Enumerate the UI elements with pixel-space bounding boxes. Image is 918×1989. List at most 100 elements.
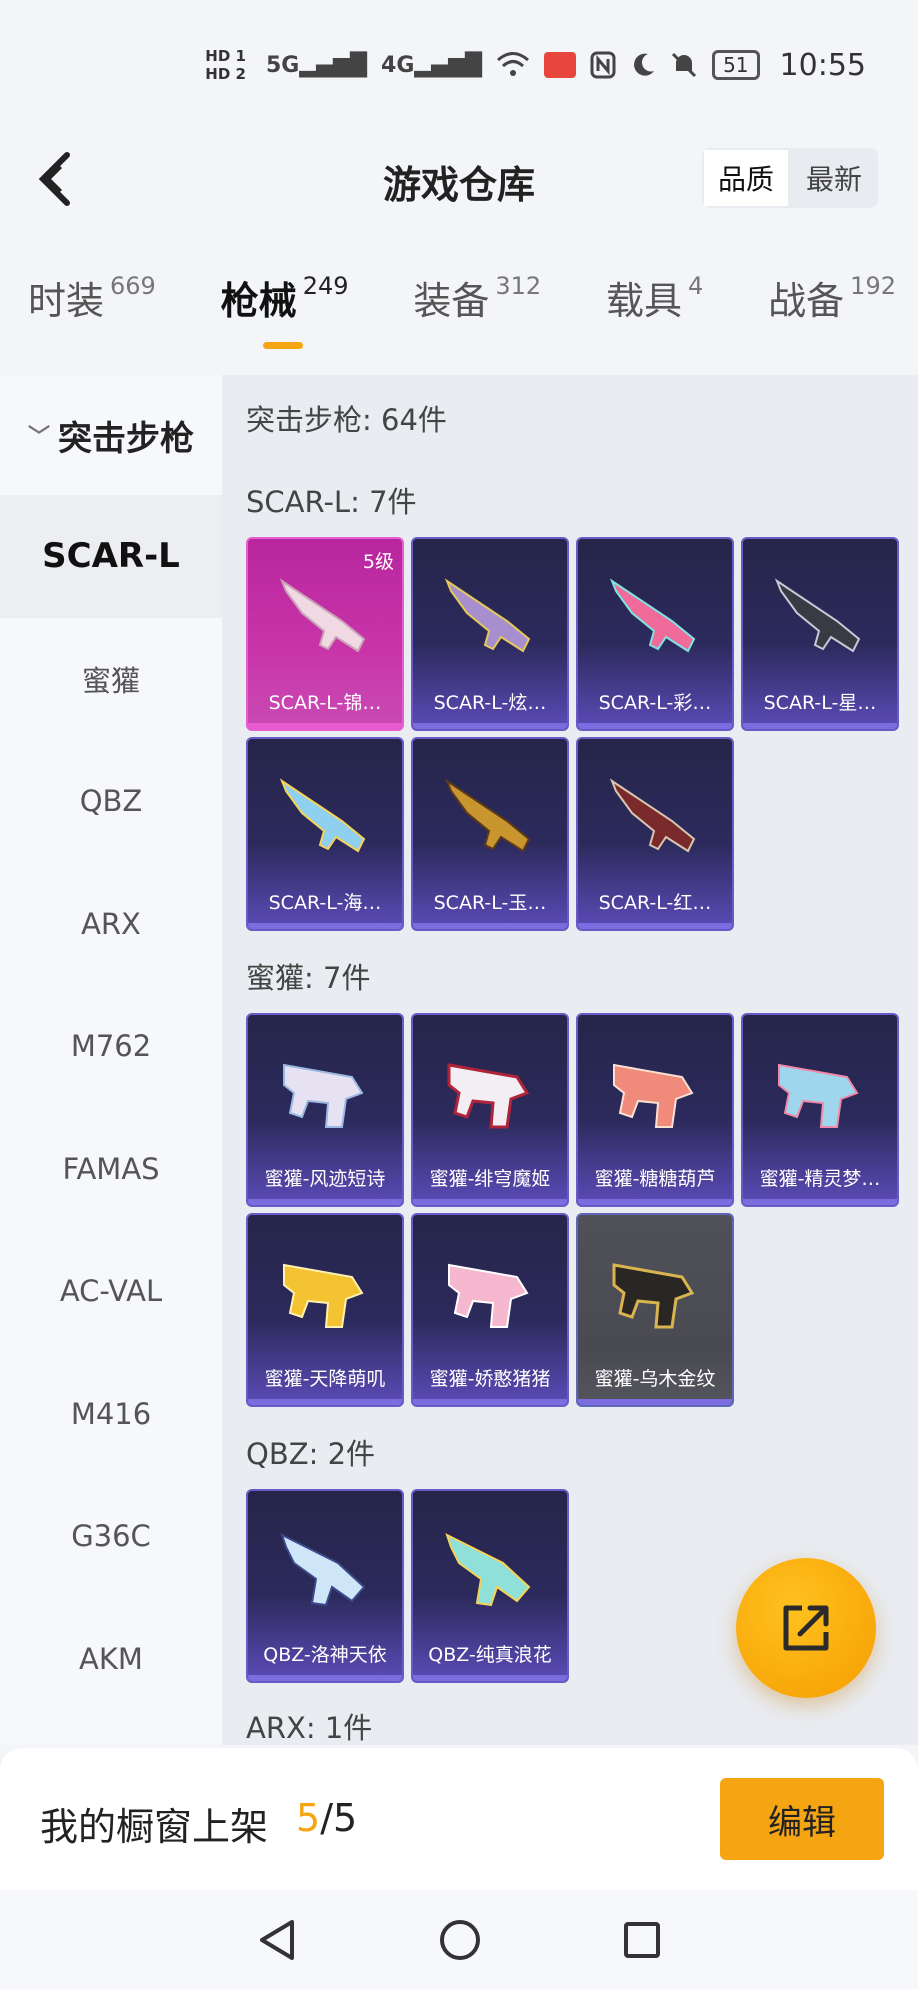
smg-skin-icon [613,1063,694,1128]
sidebar-item-m762[interactable]: M762 [0,985,222,1108]
weapon-card[interactable]: 蜜獾-精灵梦… [741,1013,899,1207]
smg-skin-icon [448,1263,529,1328]
weapon-grid-panel[interactable]: 突击步枪: 64件 SCAR-L: 7件 5级 SCAR-L-锦… SCAR-L… [222,375,918,1745]
sidebar-item-g36c[interactable]: G36C [0,1475,222,1598]
weapon-card[interactable]: SCAR-L-彩… [576,537,734,731]
rarity-bar [578,923,732,929]
sim-indicator: HD 1 HD 2 [205,47,246,83]
signal-5g-icon: 5G▂▄▆█ [265,52,368,78]
sim1-label: HD 1 [205,47,246,65]
weapon-card[interactable]: 蜜獾-天降萌叽 [246,1213,404,1407]
rifle-skin-icon [445,1533,531,1607]
sort-option-newest[interactable]: 最新 [790,148,878,208]
weapon-card-name: SCAR-L-锦… [268,692,382,714]
sidebar-item-arx[interactable]: ARX [0,863,222,986]
smg-skin-icon [283,1063,364,1128]
rarity-bar [743,1199,897,1205]
chevron-down-icon: ﹀ [27,425,50,450]
weapon-card-name: 蜜獾-娇憨猪猪 [429,1368,551,1390]
weapon-card-name: 蜜獾-风迹短诗 [264,1168,386,1190]
sidebar-group-label: 突击步枪 [58,418,194,459]
weapon-card[interactable]: 蜜獾-风迹短诗 [246,1013,404,1207]
tab-label: 载具 [606,279,683,323]
share-fab-button[interactable] [736,1558,876,1698]
sidebar-item-famas[interactable]: FAMAS [0,1108,222,1231]
sidebar-item-ac-val[interactable]: AC-VAL [0,1230,222,1353]
tab-count: 312 [495,272,542,300]
wifi-icon [497,52,530,76]
weapon-card[interactable]: SCAR-L-炫… [411,537,569,731]
rifle-skin-icon [444,778,531,853]
tab-label: 枪械 [220,279,297,323]
weapon-card-name: 蜜獾-精灵梦… [759,1168,881,1190]
sort-toggle[interactable]: 品质 最新 [702,148,878,208]
weapon-card[interactable]: SCAR-L-星… [741,537,899,731]
sidebar-item-m416[interactable]: M416 [0,1353,222,1476]
weapon-card[interactable]: SCAR-L-海… [246,737,404,931]
sort-option-quality[interactable]: 品质 [702,148,790,208]
moon-icon [634,53,655,76]
status-bar: HD 1 HD 2 5G▂▄▆█ 4G▂▄▆█ 51 10:55 [0,0,918,130]
smg-skin-icon [283,1263,364,1328]
weapon-card[interactable]: QBZ-纯真浪花 [411,1489,569,1683]
weapon-card[interactable]: 5级 SCAR-L-锦… [246,537,404,731]
tab-label: 时装 [28,279,105,323]
weapon-card[interactable]: 蜜獾-乌木金纹 [576,1213,734,1407]
weapon-card-name: SCAR-L-玉… [433,892,547,914]
weapon-card[interactable]: 蜜獾-绯穹魔姬 [411,1013,569,1207]
active-tab-indicator [262,342,303,349]
rarity-bar [248,1675,402,1681]
rifle-skin-icon [609,578,696,653]
sidebar-item-qbz[interactable]: QBZ [0,740,222,863]
rarity-bar [413,1399,567,1405]
weapon-card-name: 蜜獾-绯穹魔姬 [429,1168,551,1190]
tab-count: 192 [850,272,896,300]
section-title-scar-l: SCAR-L: 7件 [246,485,417,519]
clock: 10:55 [779,47,866,83]
sidebar-group-assault-rifle[interactable]: ﹀ 突击步枪 [0,375,222,495]
rifle-skin-icon [774,578,861,653]
rarity-bar [578,1199,732,1205]
weapon-card[interactable]: QBZ-洛神天依 [246,1489,404,1683]
weapon-sidebar: ﹀ 突击步枪 SCAR-L 蜜獾 QBZ ARX M762 FAMAS AC-V… [0,375,222,1745]
rarity-bar [578,1399,732,1405]
tab-count: 669 [110,272,156,300]
rarity-bar [413,723,567,729]
sidebar-item-scar-l[interactable]: SCAR-L [0,495,222,618]
edit-button[interactable]: 编辑 [720,1778,884,1860]
circle-home-icon[interactable] [438,1918,482,1962]
tab-weapons[interactable]: 枪械 249 [221,270,349,360]
showcase-current: 5 [296,1796,321,1840]
weapon-card-name: QBZ-洛神天依 [263,1644,387,1666]
tab-equipment[interactable]: 装备 312 [413,270,541,360]
weapon-card-name: SCAR-L-彩… [598,692,712,714]
weapon-card-name: 蜜獾-乌木金纹 [594,1368,716,1390]
tab-vehicles[interactable]: 载具 4 [606,270,703,360]
showcase-max: 5 [333,1796,358,1840]
signal-4g-icon: 4G▂▄▆█ [381,52,483,78]
mute-bell-icon [672,52,697,78]
tab-count: 4 [688,272,704,300]
tab-label: 装备 [413,279,490,323]
section-title-arx: ARX: 1件 [246,1711,373,1745]
triangle-back-icon[interactable] [256,1918,298,1962]
weapon-card[interactable]: 蜜獾-糖糖葫芦 [576,1013,734,1207]
square-recent-icon[interactable] [622,1920,662,1960]
weapon-card[interactable]: 蜜獾-娇憨猪猪 [411,1213,569,1407]
weapon-card-name: SCAR-L-星… [763,692,877,714]
weapon-card[interactable]: SCAR-L-玉… [411,737,569,931]
rifle-skin-icon [444,578,531,653]
rarity-bar [413,1675,567,1681]
rarity-bar [248,1399,402,1405]
tab-fashion[interactable]: 时装 669 [28,270,156,360]
tab-count: 249 [302,272,349,300]
weapon-card-name: 蜜獾-糖糖葫芦 [594,1168,716,1190]
weapon-card[interactable]: SCAR-L-红… [576,737,734,931]
tab-supplies[interactable]: 战备 192 [768,270,896,360]
smg-skin-icon [447,1063,530,1129]
rarity-bar [743,723,897,729]
sidebar-item-honey-badger[interactable]: 蜜獾 [0,618,222,741]
rarity-bar [413,923,567,929]
sidebar-item-akm[interactable]: AKM [0,1598,222,1721]
rarity-bar [248,923,402,929]
